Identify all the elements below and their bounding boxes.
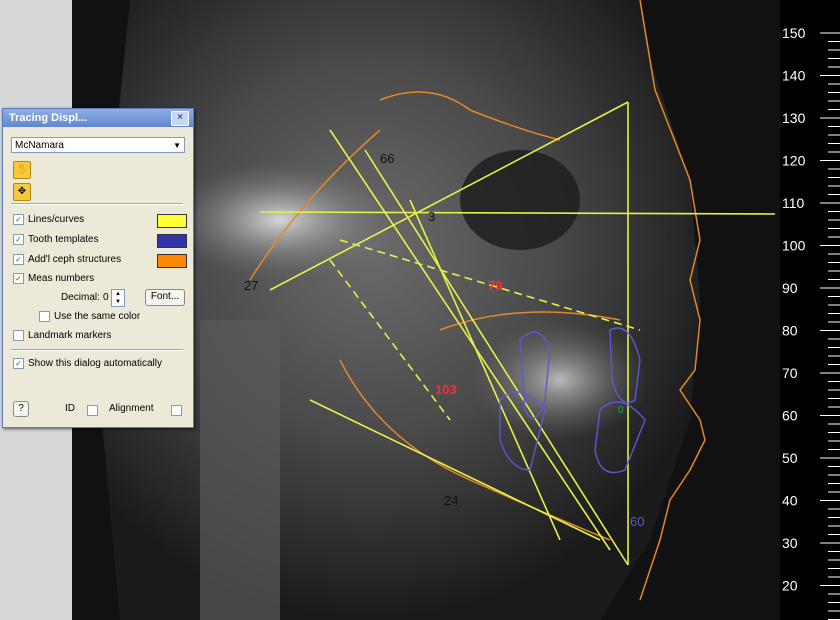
dialog-title: Tracing Displ... (9, 112, 88, 124)
option-label: Landmark markers (28, 330, 112, 341)
divider (11, 203, 183, 205)
measure-3: 3 (428, 209, 435, 224)
ruler-label: 30 (782, 535, 798, 551)
option-label: Use the same color (54, 311, 141, 322)
measure-79: 79 (488, 278, 502, 293)
lines-color-swatch[interactable] (157, 214, 187, 228)
option-landmark-markers[interactable]: Landmark markers (13, 329, 111, 343)
ruler-label: 80 (782, 323, 798, 339)
chevron-down-icon: ▼ (173, 141, 181, 150)
measure-60: 60 (630, 514, 644, 529)
ruler-label: 70 (782, 365, 798, 381)
ruler-label: 20 (782, 578, 798, 594)
option-addl-ceph[interactable]: ✓ Add'l ceph structures (13, 253, 121, 267)
option-lines-curves[interactable]: ✓ Lines/curves (13, 213, 84, 227)
ruler-label: 50 (782, 450, 798, 466)
id-label: ID (65, 403, 75, 414)
dialog-titlebar[interactable]: Tracing Displ... × (3, 109, 193, 127)
measure-66: 66 (380, 151, 394, 166)
tooth-color-swatch[interactable] (157, 234, 187, 248)
addl-ceph-checkbox[interactable]: ✓ (13, 253, 24, 265)
show-dialog-checkbox[interactable]: ✓ (13, 357, 24, 369)
option-meas-numbers[interactable]: ✓ Meas numbers (13, 272, 94, 286)
decimal-value[interactable]: 0 (103, 291, 109, 305)
measure-27: 27 (244, 278, 258, 293)
ruler-label: 150 (782, 25, 806, 41)
same-color-checkbox[interactable] (39, 310, 50, 322)
tracing-display-dialog: Tracing Displ... × McNamara ▼ ✋ ✥ ✓ Lines… (2, 108, 194, 428)
alignment-label: Alignment (109, 403, 154, 414)
meas-numbers-checkbox[interactable]: ✓ (13, 272, 24, 284)
preset-select[interactable]: McNamara ▼ (11, 137, 185, 153)
preset-value: McNamara (15, 140, 64, 151)
ruler-label: 130 (782, 110, 806, 126)
pointer-tool-icon[interactable]: ✥ (13, 183, 31, 201)
tooth-templates-checkbox[interactable]: ✓ (13, 233, 24, 245)
id-checkbox[interactable] (87, 405, 98, 416)
option-label: Add'l ceph structures (28, 254, 122, 265)
ruler-label: 90 (782, 280, 798, 296)
ruler-label: 100 (782, 238, 806, 254)
close-button[interactable]: × (171, 111, 189, 126)
help-button[interactable]: ? (13, 401, 29, 417)
hand-tool-icon[interactable]: ✋ (13, 161, 31, 179)
ruler-label: 110 (782, 195, 805, 211)
measure-0: 0 (618, 405, 624, 416)
ruler-label: 140 (782, 68, 806, 84)
option-tooth-templates[interactable]: ✓ Tooth templates (13, 233, 99, 247)
alignment-checkbox[interactable] (171, 405, 182, 416)
option-label: Show this dialog automatically (28, 358, 162, 369)
mm-ruler: 150140130120110100908070605040302010 (780, 0, 840, 620)
option-label: Meas numbers (28, 273, 95, 284)
font-button[interactable]: Font... (145, 289, 185, 306)
ceph-color-swatch[interactable] (157, 254, 187, 268)
measure-24: 24 (444, 493, 458, 508)
ruler-label: 60 (782, 408, 798, 424)
measure-103: 103 (435, 382, 457, 397)
option-label: Lines/curves (28, 214, 85, 225)
option-same-color[interactable]: Use the same color (39, 310, 140, 324)
landmark-markers-checkbox[interactable] (13, 329, 24, 341)
ruler-label: 120 (782, 153, 806, 169)
decimal-spinner[interactable]: ▲ ▼ (111, 289, 125, 307)
option-show-dialog[interactable]: ✓ Show this dialog automatically (13, 357, 162, 371)
lines-curves-checkbox[interactable]: ✓ (13, 213, 24, 225)
option-label: Tooth templates (28, 234, 99, 245)
decimal-label: Decimal: (61, 292, 100, 303)
divider (11, 349, 183, 351)
ruler-label: 40 (782, 493, 798, 509)
